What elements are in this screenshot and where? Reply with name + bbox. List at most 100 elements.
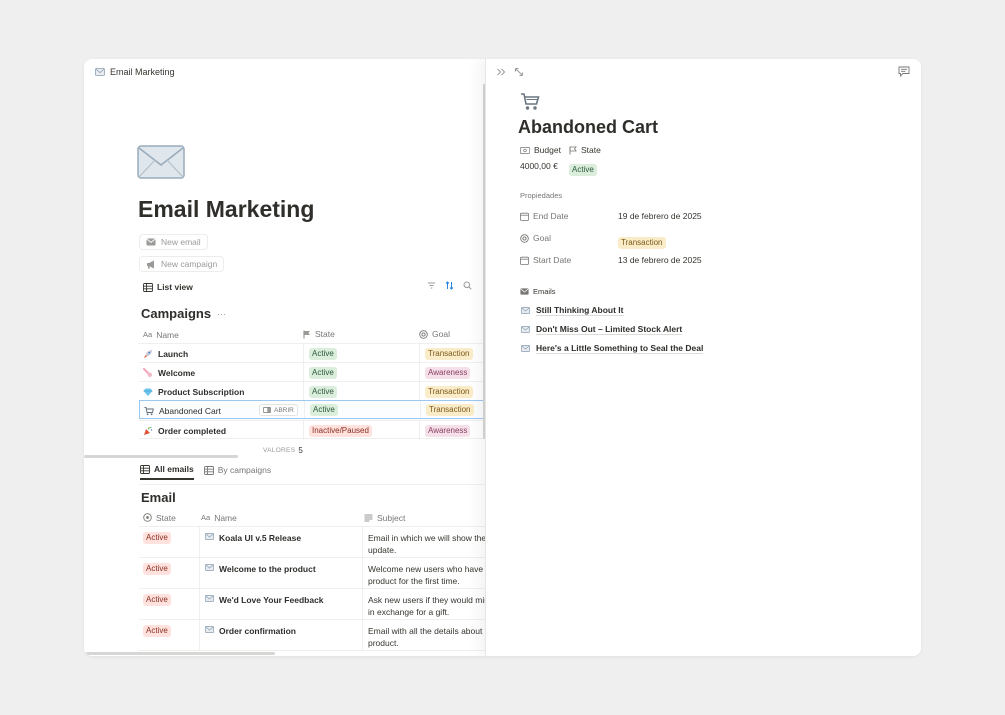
app-window: Email Marketing Email Marketing New emai… <box>84 59 921 656</box>
budget-value[interactable]: 4000,00 € <box>520 161 558 171</box>
start-date-property-label[interactable]: Start Date <box>520 255 571 265</box>
page-title[interactable]: Email Marketing <box>138 196 314 223</box>
goal-value[interactable]: Transaction <box>618 232 666 250</box>
table-row[interactable]: Active We'd Love Your Feedback Ask new u… <box>139 588 485 620</box>
new-campaign-button[interactable]: New campaign <box>139 256 225 272</box>
envelope-icon <box>205 595 214 620</box>
open-button[interactable]: ABRIR <box>259 404 298 416</box>
table-row-selected[interactable]: Abandoned Cart ABRIR Active Transaction <box>139 400 485 419</box>
double-chevron-right-icon[interactable] <box>496 67 506 77</box>
tab-by-campaigns[interactable]: By campaigns <box>203 464 271 480</box>
related-email-link[interactable]: Still Thinking About It <box>521 305 624 316</box>
table-row[interactable]: Order completed Inactive/Paused Awarenes… <box>139 420 485 440</box>
goal-badge: Transaction <box>426 403 474 416</box>
view-tools <box>427 281 472 290</box>
column-name[interactable]: Aa Name <box>143 325 179 344</box>
party-popper-icon <box>143 426 153 436</box>
row-name[interactable]: Order completed <box>143 421 303 440</box>
subject-cell[interactable]: Email in which we will show the me updat… <box>362 527 485 558</box>
divider <box>139 650 485 651</box>
emails-header-row: State Aa Name Subject <box>139 509 485 526</box>
breadcrumb[interactable]: Email Marketing <box>95 67 175 77</box>
column-name[interactable]: Aa Name <box>201 509 237 526</box>
row-name[interactable]: Welcome to the product <box>199 558 362 589</box>
new-email-button[interactable]: New email <box>139 234 208 250</box>
row-name[interactable]: We'd Love Your Feedback <box>199 589 362 620</box>
related-email-link[interactable]: Don't Miss Out – Limited Stock Alert <box>521 324 683 335</box>
envelope-icon <box>146 238 156 246</box>
expand-icon[interactable] <box>514 67 524 77</box>
flag-icon <box>569 146 577 155</box>
state-badge: Active <box>309 347 337 360</box>
state-badge: Active <box>569 164 597 176</box>
table-row[interactable]: Product Subscription Active Transaction <box>139 381 485 401</box>
row-name[interactable]: Welcome <box>143 363 303 382</box>
comment-icon[interactable] <box>898 66 910 77</box>
state-badge: Inactive/Paused <box>309 424 372 437</box>
sort-icon[interactable] <box>445 281 454 290</box>
emails-heading: Emails <box>520 287 556 296</box>
page-envelope-icon[interactable] <box>137 145 185 179</box>
start-date-value[interactable]: 13 de febrero de 2025 <box>618 255 702 265</box>
side-peek-panel: Abandoned Cart Budget State 4000,00 € Ac… <box>485 59 921 656</box>
megaphone-icon <box>146 260 156 269</box>
subject-cell[interactable]: Ask new users if they would mind in exch… <box>362 589 485 620</box>
envelope-icon <box>205 626 214 651</box>
peek-title[interactable]: Abandoned Cart <box>518 117 658 138</box>
column-goal[interactable]: Goal <box>419 325 450 343</box>
cart-icon <box>144 406 154 416</box>
properties-heading: Propiedades <box>520 191 563 200</box>
flag-icon <box>303 330 311 339</box>
main-page: Email Marketing Email Marketing New emai… <box>84 59 485 656</box>
table-row[interactable]: Welcome Active Awareness <box>139 362 485 382</box>
table-row[interactable]: Active Welcome to the product Welcome ne… <box>139 557 485 589</box>
shopping-cart-icon[interactable] <box>520 92 540 111</box>
subject-cell[interactable]: Email with all the details about the pro… <box>362 620 485 651</box>
divider <box>139 484 485 485</box>
text-property-icon: Aa <box>201 513 211 522</box>
end-date-property-label[interactable]: End Date <box>520 211 568 221</box>
state-value[interactable]: Active <box>569 159 597 177</box>
row-name[interactable]: Order confirmation <box>199 620 362 651</box>
peek-controls <box>496 67 524 77</box>
filter-icon[interactable] <box>427 281 436 290</box>
subject-cell[interactable]: Welcome new users who have pur product f… <box>362 558 485 589</box>
row-name[interactable]: Product Subscription <box>143 382 303 401</box>
related-email-link[interactable]: Here's a Little Something to Seal the De… <box>521 343 704 354</box>
state-badge: Active <box>143 532 171 544</box>
table-row[interactable]: Launch Active Transaction <box>139 343 485 363</box>
text-lines-icon <box>364 514 373 522</box>
table-row[interactable]: Active Koala UI v.5 Release Email in whi… <box>139 526 485 558</box>
row-count: VALORES 5 <box>263 446 303 455</box>
campaigns-title[interactable]: Campaigns <box>141 306 211 321</box>
tab-all-emails[interactable]: All emails <box>140 464 194 480</box>
goal-badge: Transaction <box>425 385 473 398</box>
comet-icon <box>143 367 153 378</box>
column-subject[interactable]: Subject <box>364 509 405 526</box>
email-view-tabs: All emails By campaigns <box>140 464 271 480</box>
column-state[interactable]: State <box>143 509 176 526</box>
row-name[interactable]: Koala UI v.5 Release <box>199 527 362 558</box>
envelope-icon <box>521 345 530 352</box>
table-icon <box>143 282 153 292</box>
table-icon <box>203 465 214 475</box>
end-date-value[interactable]: 19 de febrero de 2025 <box>618 211 702 221</box>
row-name[interactable]: Launch <box>143 344 303 363</box>
search-icon[interactable] <box>463 281 472 290</box>
view-switcher[interactable]: List view <box>143 282 193 292</box>
table-row[interactable]: Active Order confirmation Email with all… <box>139 619 485 651</box>
breadcrumb-title: Email Marketing <box>110 67 175 77</box>
diamond-icon <box>143 387 153 397</box>
state-badge: Active <box>143 594 171 606</box>
goal-badge: Awareness <box>425 366 471 379</box>
goal-property-label[interactable]: Goal <box>520 233 551 243</box>
goal-badge: Awareness <box>425 424 471 437</box>
email-title[interactable]: Email <box>141 490 176 505</box>
horizontal-scrollbar[interactable] <box>86 652 275 655</box>
budget-property-label[interactable]: Budget <box>520 145 561 155</box>
envelope-icon <box>95 68 105 76</box>
more-options-button[interactable]: ··· <box>217 309 226 319</box>
horizontal-scrollbar[interactable] <box>84 455 238 458</box>
column-state[interactable]: State <box>303 325 335 343</box>
state-property-label[interactable]: State <box>569 145 601 155</box>
